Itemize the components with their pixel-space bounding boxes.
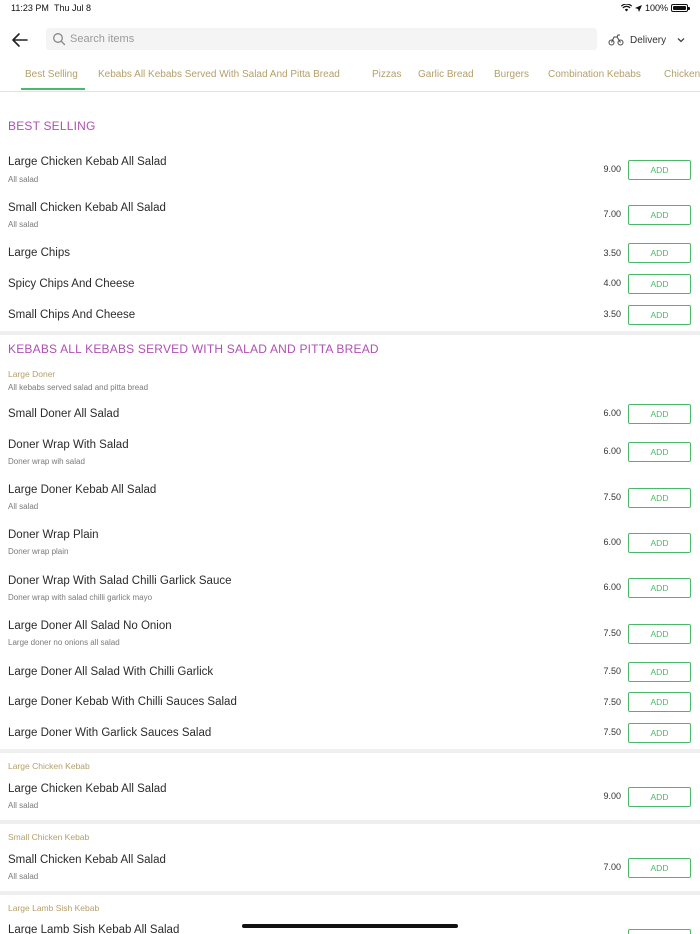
item-price: 9.00 [603, 791, 621, 801]
item-price: 7.00 [603, 862, 621, 872]
item-desc: All salad [8, 502, 39, 511]
section-divider [0, 749, 700, 753]
section-divider [0, 331, 700, 335]
item-price: 6.00 [603, 537, 621, 547]
item-price: 6.00 [603, 446, 621, 456]
delivery-label: Delivery [630, 34, 667, 46]
add-button[interactable]: ADD [628, 662, 691, 682]
item-desc: Large doner no onions all salad [8, 638, 120, 647]
top-bar: Delivery [0, 28, 700, 52]
location-icon [634, 4, 642, 12]
item-name: Large Chicken Kebab All Salad [8, 156, 167, 168]
item-name: Doner Wrap With Salad [8, 439, 129, 451]
section-divider [0, 820, 700, 824]
tab-combination-kebabs[interactable]: Combination Kebabs [548, 69, 641, 80]
item-name: Large Lamb Sish Kebab All Salad [8, 924, 180, 934]
chevron-down-icon [677, 38, 685, 43]
item-price: 9.00 [603, 164, 621, 174]
item-name: Doner Wrap Plain [8, 529, 99, 541]
item-desc: Doner wrap plain [8, 547, 69, 556]
item-price: 7.50 [603, 697, 621, 707]
tab-best-selling[interactable]: Best Selling [25, 69, 78, 80]
add-button[interactable]: ADD [628, 305, 691, 325]
item-desc: All salad [8, 220, 39, 229]
item-name: Large Doner All Salad With Chilli Garlic… [8, 666, 214, 678]
add-button[interactable]: ADD [628, 488, 691, 508]
status-date: Thu Jul 8 [54, 3, 92, 13]
add-button[interactable]: ADD [628, 578, 691, 598]
item-name: Large Doner With Garlick Sauces Salad [8, 727, 212, 739]
item-desc: Doner wrap with salad chilli garlick may… [8, 593, 153, 602]
item-desc: All salad [8, 872, 39, 881]
item-name: Large Doner All Salad No Onion [8, 620, 172, 632]
battery-percent: 100% [644, 3, 668, 13]
item-name: Small Doner All Salad [8, 408, 120, 420]
item-name: Large Chicken Kebab All Salad [8, 783, 167, 795]
add-button[interactable]: ADD [628, 243, 691, 263]
item-name: Spicy Chips And Cheese [8, 278, 135, 290]
add-button[interactable]: ADD [628, 442, 691, 462]
section-title-best-selling: BEST SELLING [8, 119, 96, 133]
item-price: 7.50 [603, 492, 621, 502]
item-price: 6.00 [603, 582, 621, 592]
item-desc: All salad [8, 175, 39, 184]
item-price: 7.50 [603, 666, 621, 676]
active-tab-indicator [21, 88, 85, 90]
item-price: 4.00 [603, 278, 621, 288]
subcategory-heading: Large Lamb Sish Kebab [8, 903, 100, 913]
category-tabs: Best Selling Kebabs All Kebabs Served Wi… [0, 62, 700, 92]
tab-pizzas[interactable]: Pizzas [372, 69, 401, 80]
add-button[interactable]: ADD [628, 404, 691, 424]
add-button[interactable]: ADD [628, 160, 691, 180]
add-button[interactable]: ADD [628, 274, 691, 294]
item-price: 3.50 [603, 309, 621, 319]
tab-garlic-bread[interactable]: Garlic Bread [418, 69, 474, 80]
item-name: Large Doner Kebab All Salad [8, 484, 157, 496]
item-name: Large Chips [8, 247, 71, 259]
add-button[interactable]: ADD [628, 858, 691, 878]
arrow-left-icon[interactable] [10, 30, 30, 50]
section-title-kebabs: KEBABS ALL KEBABS SERVED WITH SALAD AND … [8, 342, 379, 356]
item-name: Doner Wrap With Salad Chilli Garlick Sau… [8, 575, 232, 587]
item-name: Small Chips And Cheese [8, 309, 136, 321]
battery-icon [671, 4, 690, 12]
item-name: Large Doner Kebab With Chilli Sauces Sal… [8, 696, 237, 708]
add-button[interactable]: ADD [628, 205, 691, 225]
home-indicator [242, 924, 458, 928]
status-time: 11:23 PM [11, 3, 49, 13]
subcategory-heading: Small Chicken Kebab [8, 832, 90, 842]
add-button[interactable]: ADD [628, 692, 691, 712]
subcategory-heading: Large Doner [8, 369, 56, 379]
status-bar: 11:23 PM Thu Jul 8 100% [0, 0, 700, 18]
item-desc: Doner wrap wih salad [8, 457, 85, 466]
tab-burgers[interactable]: Burgers [494, 69, 529, 80]
item-price: 7.50 [603, 727, 621, 737]
tab-chicken[interactable]: Chicken [664, 69, 700, 80]
add-button[interactable] [628, 929, 691, 934]
item-desc: All salad [8, 801, 39, 810]
subcategory-heading: Large Chicken Kebab [8, 761, 90, 771]
search-bar[interactable] [46, 28, 597, 50]
section-divider [0, 891, 700, 895]
item-price: 7.00 [603, 209, 621, 219]
item-price: 7.50 [603, 628, 621, 638]
subcategory-desc: All kebabs served salad and pitta bread [8, 383, 149, 392]
add-button[interactable]: ADD [628, 787, 691, 807]
search-input[interactable] [70, 33, 570, 45]
delivery-selector[interactable]: Delivery [608, 30, 686, 50]
item-price: 6.00 [603, 408, 621, 418]
item-name: Small Chicken Kebab All Salad [8, 202, 166, 214]
add-button[interactable]: ADD [628, 624, 691, 644]
status-right: 100% [620, 3, 690, 13]
search-icon [53, 33, 66, 46]
tab-kebabs[interactable]: Kebabs All Kebabs Served With Salad And … [98, 69, 340, 80]
add-button[interactable]: ADD [628, 723, 691, 743]
wifi-icon [620, 4, 632, 12]
scooter-icon [608, 34, 624, 46]
item-name: Small Chicken Kebab All Salad [8, 854, 166, 866]
item-price: 3.50 [603, 248, 621, 258]
add-button[interactable]: ADD [628, 533, 691, 553]
